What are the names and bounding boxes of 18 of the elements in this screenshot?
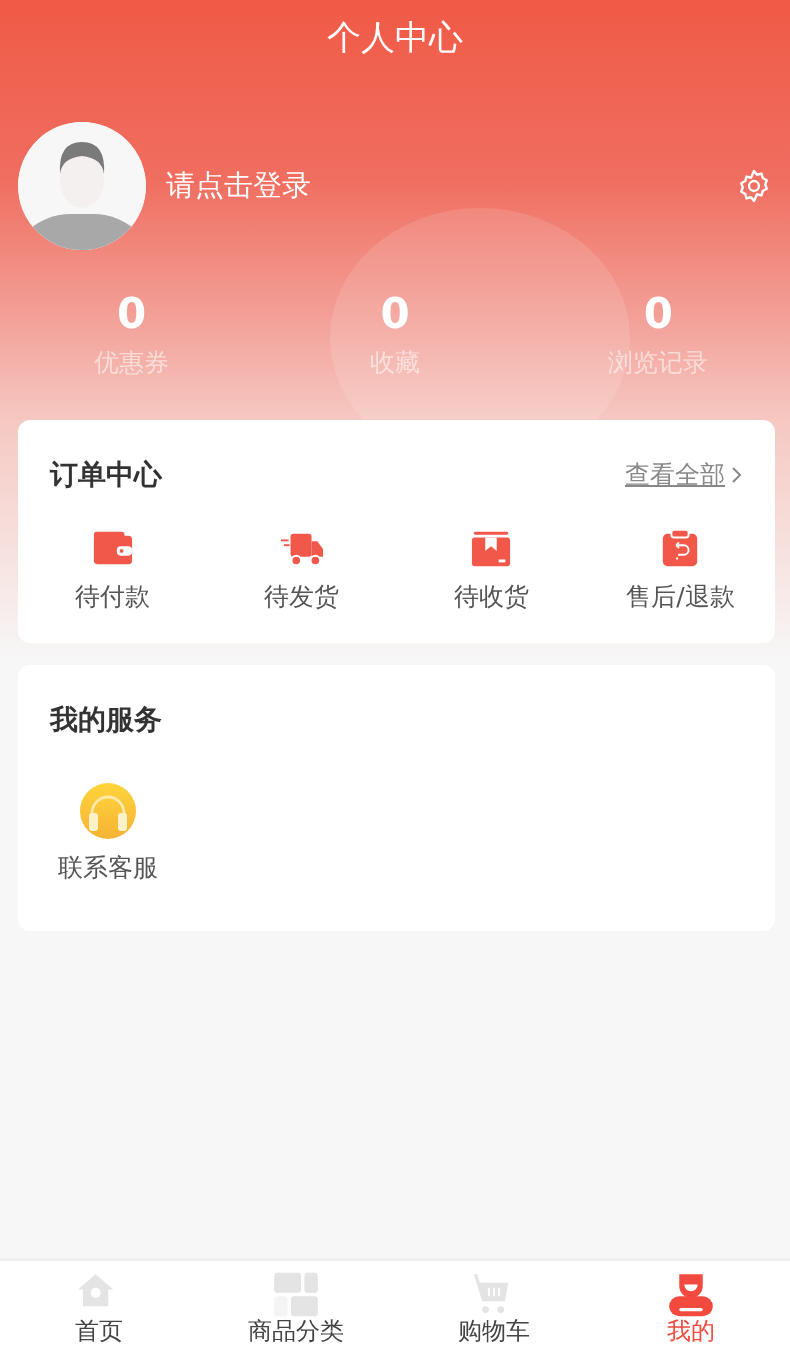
order-status-item[interactable]: 待收货 [396,527,586,615]
stat-value: 0 [643,288,673,340]
tab-item[interactable]: 我的 [592,1261,790,1345]
tab-item[interactable]: 购物车 [395,1261,593,1345]
order-status-item[interactable]: 待发货 [207,527,397,615]
order-status-item[interactable]: 售后/退款 [585,527,775,615]
stat-value: 0 [117,288,147,340]
tab-item[interactable]: 首页 [0,1261,198,1345]
section-title: 我的服务 [50,702,162,738]
chevron-right-icon [731,464,743,485]
service-item[interactable]: 联系客服 [18,741,198,931]
page-title: 个人中心 [326,16,464,59]
view-all-link[interactable]: 查看全部 [625,455,743,494]
tab-item[interactable]: 商品分类 [197,1261,395,1345]
section-title: 订单中心 [50,456,162,493]
order-status-item[interactable]: 待付款 [18,527,208,615]
headset-icon [80,783,136,839]
stat-value: 0 [380,288,410,340]
